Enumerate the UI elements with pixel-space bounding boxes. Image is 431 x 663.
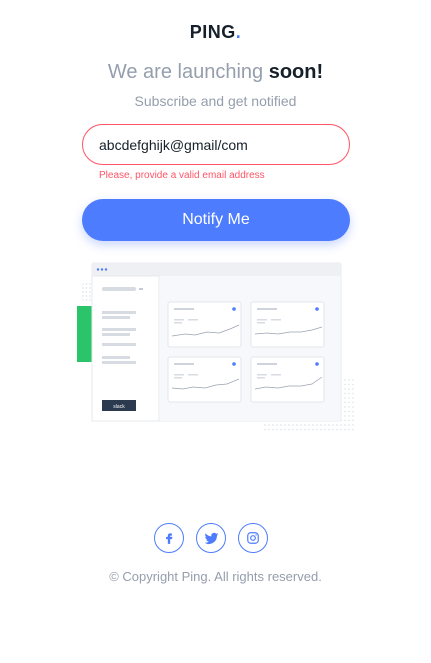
brand-dot: . [235,22,242,42]
twitter-icon [204,532,218,544]
email-error-message: Please, provide a valid email address [99,170,265,181]
page-headline: We are launching soon! [0,61,431,84]
chart-card-3 [167,356,242,403]
dashboard-illustration: slack [77,262,354,431]
chart-card-1 [167,301,242,348]
notify-me-button[interactable]: Notify Me [82,199,350,241]
social-links [154,523,268,553]
facebook-link[interactable] [154,523,184,553]
chart-card-4 [250,356,325,403]
brand-name: PING [189,22,236,42]
copyright-text: © Copyright Ping. All rights reserved. [109,569,322,584]
page-subheadline: Subscribe and get notified [134,93,297,109]
chart-card-2 [250,301,325,348]
facebook-icon [166,533,173,544]
headline-prefix: We are launching [107,61,269,83]
headline-emphasis: soon! [268,61,324,83]
slack-badge-label: slack [113,404,125,410]
instagram-icon [247,532,259,544]
sidebar-panel [91,275,160,422]
window-titlebar [92,263,341,276]
dot-pattern-left [82,283,91,301]
twitter-link[interactable] [196,523,226,553]
instagram-link[interactable] [238,523,268,553]
email-field[interactable] [82,124,350,165]
brand-logo: PING. [0,22,431,43]
